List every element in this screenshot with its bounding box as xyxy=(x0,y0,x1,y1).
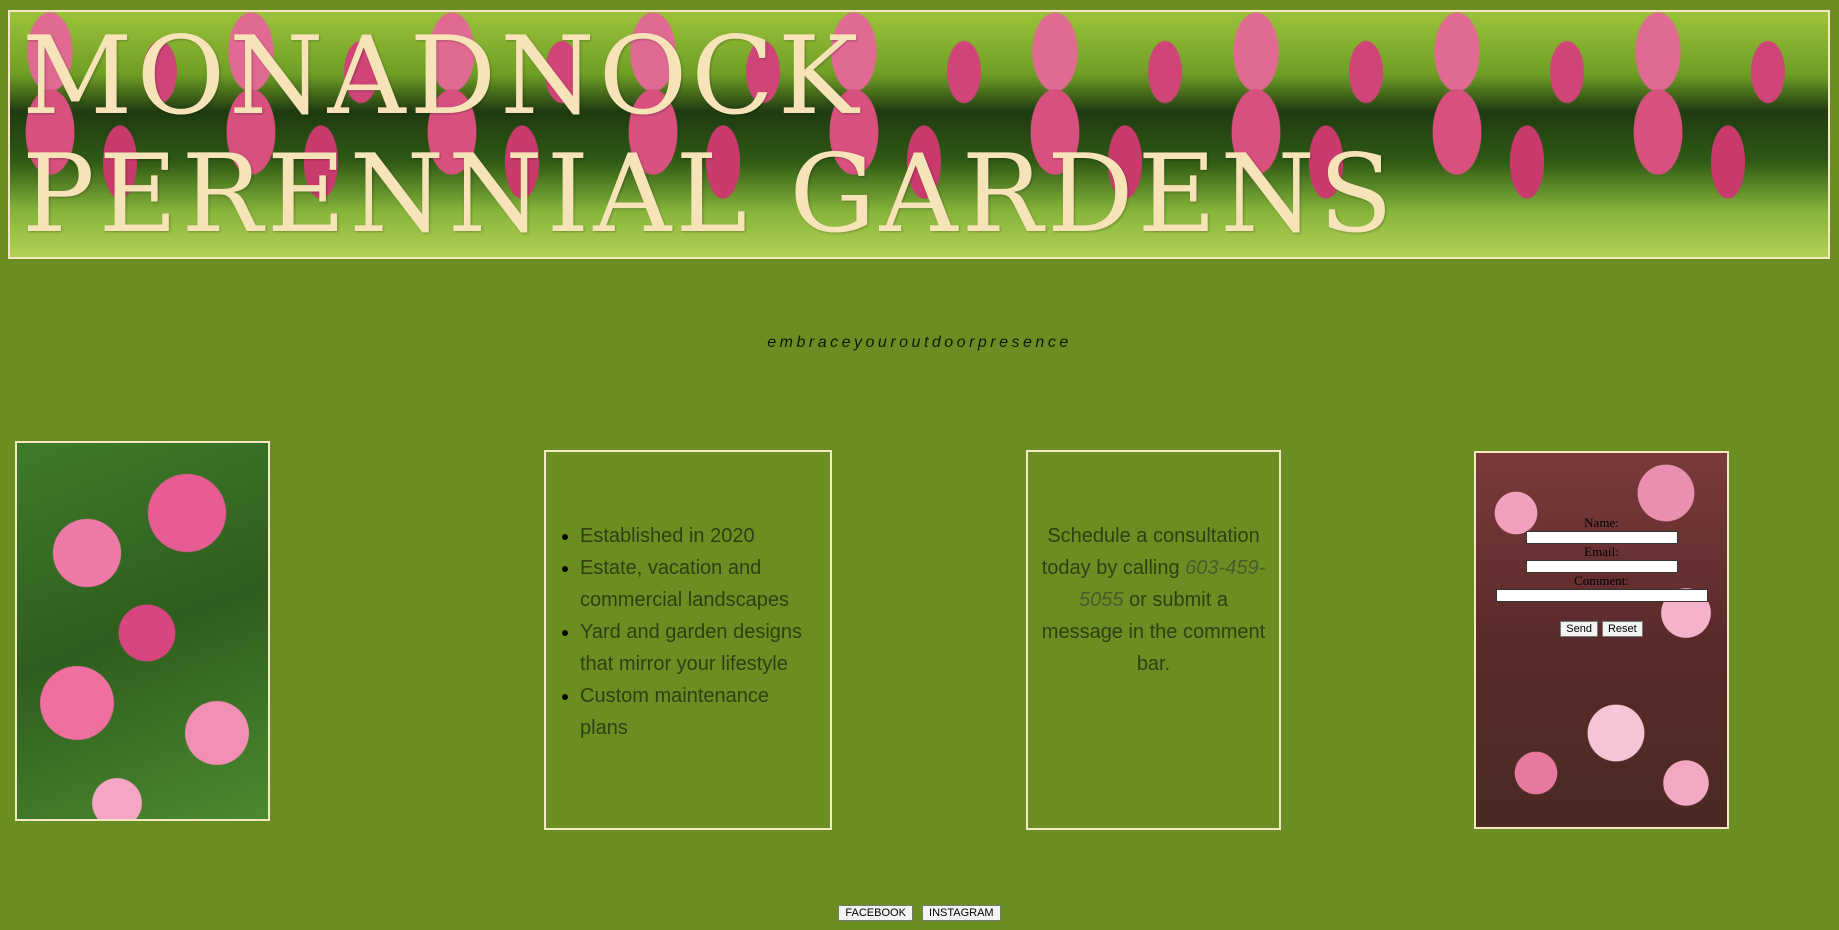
comment-form: Name: Email: Comment: Send Reset xyxy=(1474,515,1729,637)
peony-image xyxy=(15,441,270,821)
contact-text: Schedule a consultation today by calling… xyxy=(1036,520,1271,680)
features-box: Established in 2020 Estate, vacation and… xyxy=(544,450,832,830)
reset-button[interactable]: Reset xyxy=(1601,621,1643,637)
tagline: embraceyouroutdoorpresence xyxy=(767,334,1072,351)
email-input[interactable] xyxy=(1525,560,1678,573)
site-title: Monadnock Perennial Gardens xyxy=(22,14,1397,257)
feature-item: Custom maintenance plans xyxy=(580,680,820,744)
send-button[interactable]: Send xyxy=(1560,621,1598,637)
blossom-image xyxy=(1474,451,1729,829)
header-banner: Monadnock Perennial Gardens xyxy=(8,10,1830,259)
email-label: Email: xyxy=(1584,544,1619,559)
comment-label: Comment: xyxy=(1574,573,1629,588)
feature-item: Yard and garden designs that mirror your… xyxy=(580,616,820,680)
facebook-button[interactable]: FACEBOOK xyxy=(838,905,913,921)
feature-item: Established in 2020 xyxy=(580,520,820,552)
comment-input[interactable] xyxy=(1495,589,1708,602)
features-list: Established in 2020 Estate, vacation and… xyxy=(546,520,820,744)
social-links: FACEBOOK INSTAGRAM xyxy=(0,901,1839,921)
instagram-button[interactable]: INSTAGRAM xyxy=(922,905,1001,921)
contact-box: Schedule a consultation today by calling… xyxy=(1026,450,1281,830)
contact-text-after: or submit a message in the comment bar. xyxy=(1041,589,1266,675)
form-buttons: Send Reset xyxy=(1474,620,1729,637)
feature-item: Estate, vacation and commercial landscap… xyxy=(580,552,820,616)
name-input[interactable] xyxy=(1525,531,1678,544)
name-label: Name: xyxy=(1584,515,1619,530)
